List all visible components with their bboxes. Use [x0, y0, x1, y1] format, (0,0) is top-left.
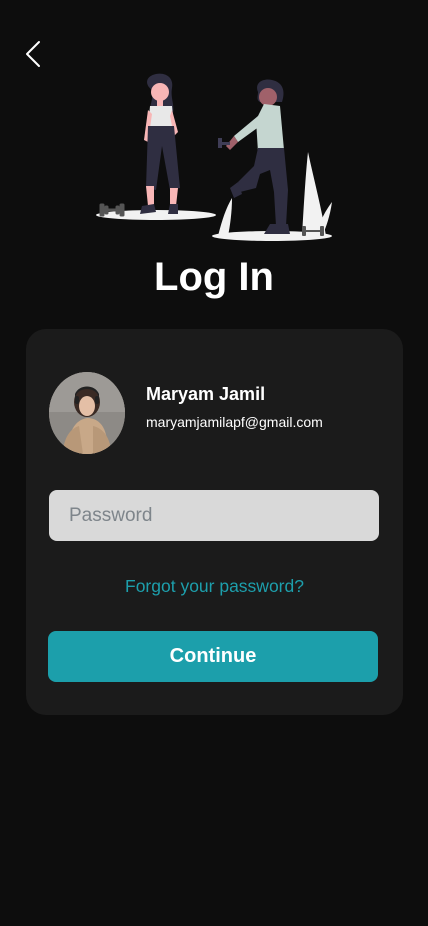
password-input[interactable]: [49, 490, 379, 541]
forgot-password-link[interactable]: Forgot your password?: [26, 576, 403, 597]
back-button[interactable]: [18, 36, 50, 72]
chevron-left-icon: [26, 41, 40, 67]
login-screen: Log In Maryam Jamil maryamjamilapf@gmail…: [0, 0, 428, 926]
avatar: [49, 372, 125, 454]
user-name: Maryam Jamil: [146, 384, 266, 404]
women-exercising-illustration: [96, 73, 332, 241]
continue-button[interactable]: Continue: [48, 631, 378, 682]
user-email: maryamjamilapf@gmail.com: [146, 414, 323, 430]
login-card: Maryam Jamil maryamjamilapf@gmail.com Fo…: [26, 329, 403, 715]
user-photo: [49, 372, 125, 454]
page-title: Log In: [154, 255, 274, 299]
